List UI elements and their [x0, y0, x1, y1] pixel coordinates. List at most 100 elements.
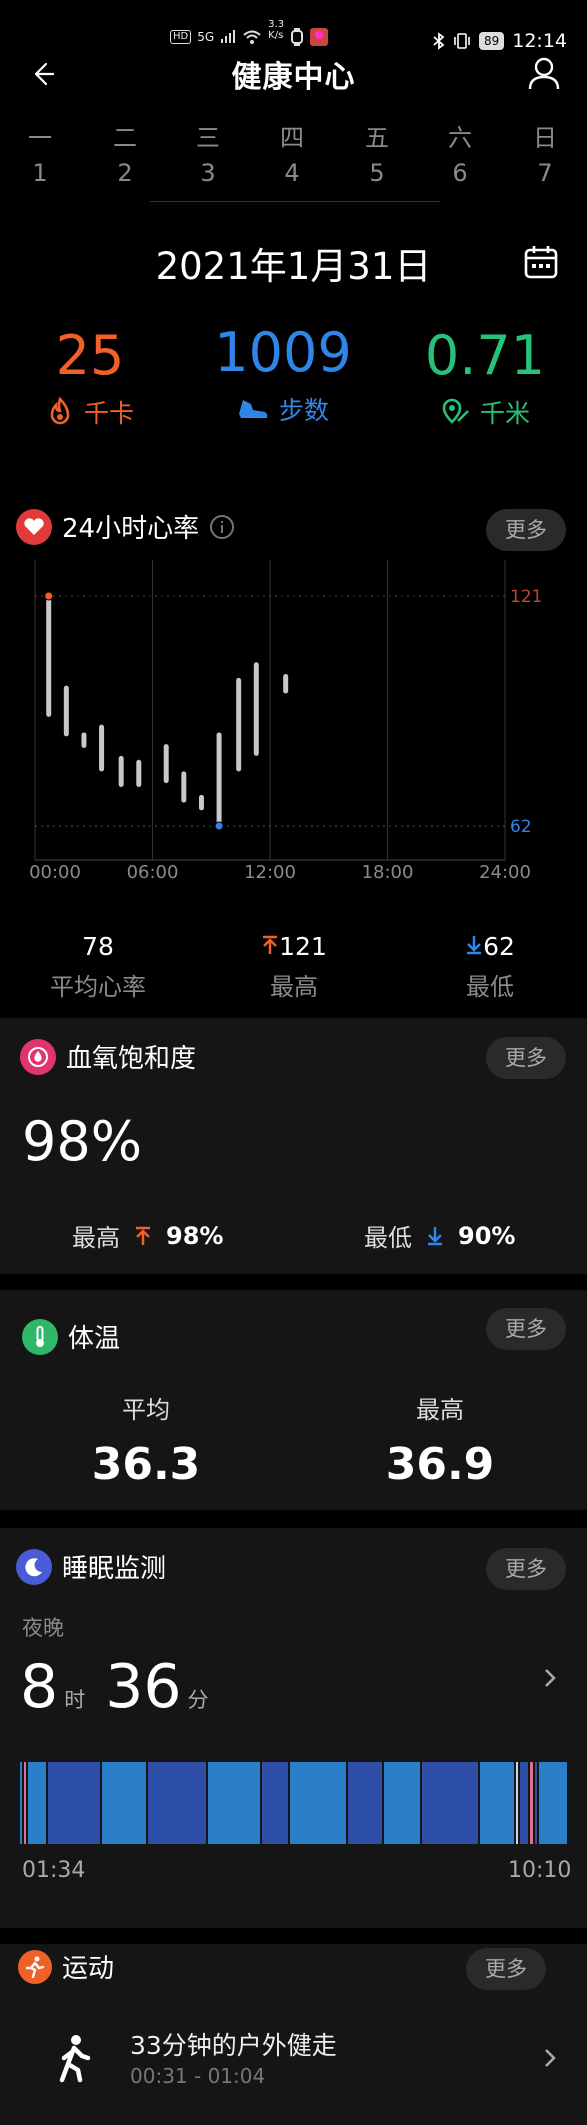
- flame-icon: [50, 397, 70, 425]
- sleep-minutes: 36: [105, 1652, 182, 1722]
- chart-x-tick-label: 12:00: [244, 862, 296, 883]
- sleep-segment: [520, 1762, 528, 1844]
- sleep-segment: [290, 1762, 346, 1844]
- chart-x-tick-label: 24:00: [479, 862, 531, 883]
- sleep-stage-bar: [20, 1762, 567, 1844]
- exercise-header: 运动: [18, 1948, 114, 1985]
- spo2-min-label: 最低: [364, 1224, 412, 1252]
- wifi-icon: [243, 30, 261, 44]
- vibrate-icon: [454, 33, 470, 49]
- sleep-segment: [348, 1762, 382, 1844]
- week-day-1[interactable]: 一1: [10, 118, 70, 187]
- sleep-segment: [480, 1762, 514, 1844]
- sleep-period: 夜晚: [22, 1616, 64, 1640]
- chart-bar: [253, 662, 259, 756]
- max-heart-rate-label: 最高: [270, 973, 318, 1001]
- sleep-end-time: 10:10: [508, 1858, 572, 1883]
- weekday-label: 五: [365, 124, 389, 152]
- sleep-segment: [102, 1762, 146, 1844]
- week-day-4[interactable]: 四4: [262, 118, 322, 187]
- chart-max-marker: [44, 591, 54, 601]
- spo2-more-button[interactable]: 更多: [486, 1037, 566, 1079]
- network-speed: 3.3 K/s: [268, 19, 285, 41]
- weekday-label: 三: [196, 124, 220, 152]
- heart-rate-more-button[interactable]: 更多: [486, 509, 566, 551]
- day-number: 6: [452, 159, 468, 187]
- sleep-hours-unit: 时: [64, 1688, 86, 1712]
- distance-unit: 千米: [479, 399, 530, 428]
- calories-unit: 千卡: [83, 399, 134, 428]
- chevron-right-icon[interactable]: [538, 1666, 562, 1690]
- temperature-max-value: 36.9: [385, 1439, 495, 1490]
- temperature-more-button[interactable]: 更多: [486, 1308, 566, 1350]
- avg-heart-rate: 78 平均心率: [8, 932, 188, 1002]
- week-day-7[interactable]: 日7: [515, 118, 575, 187]
- spo2-max-label: 最高: [72, 1224, 120, 1252]
- sleep-segment: [208, 1762, 260, 1844]
- sleep-segment: [422, 1762, 478, 1844]
- sleep-segment: [539, 1762, 567, 1844]
- battery-indicator: 89: [478, 32, 505, 50]
- weekday-label: 二: [113, 124, 137, 152]
- temperature-avg-value: 36.3: [91, 1439, 201, 1490]
- chart-reference-label: 121: [510, 587, 542, 607]
- chart-bar: [216, 732, 222, 826]
- heart-rate-chart: 121 62 00:00 06:00 12:00 18:00 24:00: [29, 560, 542, 883]
- temperature-max: 最高 36.9: [340, 1390, 540, 1490]
- chart-bar: [46, 596, 52, 717]
- sleep-minutes-unit: 分: [187, 1688, 209, 1712]
- chart-reference-label: 62: [510, 817, 532, 837]
- chevron-right-icon[interactable]: [538, 2046, 562, 2070]
- steps-stat[interactable]: 1009 步数: [188, 323, 378, 427]
- calories-value: 25: [55, 324, 125, 387]
- user-profile-icon[interactable]: [525, 54, 563, 92]
- sleep-segment: [24, 1762, 26, 1844]
- heart-icon: [16, 508, 52, 545]
- info-icon[interactable]: [209, 514, 235, 540]
- spo2-title: 血氧饱和度: [66, 1044, 197, 1074]
- week-day-2[interactable]: 二2: [95, 118, 155, 187]
- distance-stat[interactable]: 0.71 千米: [390, 326, 580, 430]
- sleep-header: 睡眠监测: [16, 1548, 166, 1585]
- temperature-title: 体温: [68, 1324, 121, 1354]
- max-heart-rate-value: 121: [279, 932, 327, 961]
- walking-icon: [59, 2035, 91, 2083]
- sleep-segment: [28, 1762, 46, 1844]
- arrow-up-icon: [263, 935, 278, 954]
- day-number: 5: [369, 159, 385, 187]
- chart-bar: [136, 759, 142, 788]
- heart-rate-header[interactable]: 24小时心率: [16, 508, 235, 545]
- chart-x-tick-label: 00:00: [29, 862, 81, 883]
- calendar-icon[interactable]: [523, 244, 559, 280]
- spo2-min-value: 90%: [458, 1221, 516, 1250]
- weekday-label: 六: [448, 124, 472, 152]
- exercise-time-range: 00:31 - 01:04: [130, 2064, 266, 2088]
- spo2-header: 血氧饱和度: [20, 1038, 196, 1075]
- distance-value: 0.71: [424, 324, 546, 387]
- chart-bar: [283, 673, 289, 694]
- arrow-down-icon: [467, 936, 482, 955]
- week-day-5[interactable]: 五5: [347, 118, 407, 187]
- day-number: 4: [284, 159, 300, 187]
- calories-stat[interactable]: 25 千卡: [0, 326, 185, 430]
- chart-bar: [63, 685, 69, 737]
- steps-unit: 步数: [278, 396, 329, 425]
- chart-bar: [81, 732, 87, 749]
- sleep-more-button[interactable]: 更多: [486, 1548, 566, 1590]
- status-icons: HD 5G 3.3 K/s: [170, 19, 329, 46]
- thermometer-icon: [22, 1318, 58, 1355]
- min-heart-rate-value: 62: [483, 932, 515, 961]
- week-day-6[interactable]: 六6: [430, 118, 490, 187]
- chart-x-tick-label: 06:00: [127, 862, 179, 883]
- sleep-segment: [516, 1762, 518, 1844]
- arrow-down-icon: [428, 1226, 442, 1245]
- exercise-more-button[interactable]: 更多: [466, 1948, 546, 1990]
- status-right: 89 12:14: [433, 30, 567, 52]
- exercise-title: 运动: [62, 1954, 115, 1984]
- max-heart-rate: 121 最高: [204, 932, 384, 1002]
- day-number: 7: [537, 159, 553, 187]
- signal-icon: [221, 30, 236, 43]
- min-heart-rate: 62 最低: [400, 932, 580, 1002]
- week-day-3[interactable]: 三3: [178, 118, 238, 187]
- chart-bar: [99, 724, 105, 772]
